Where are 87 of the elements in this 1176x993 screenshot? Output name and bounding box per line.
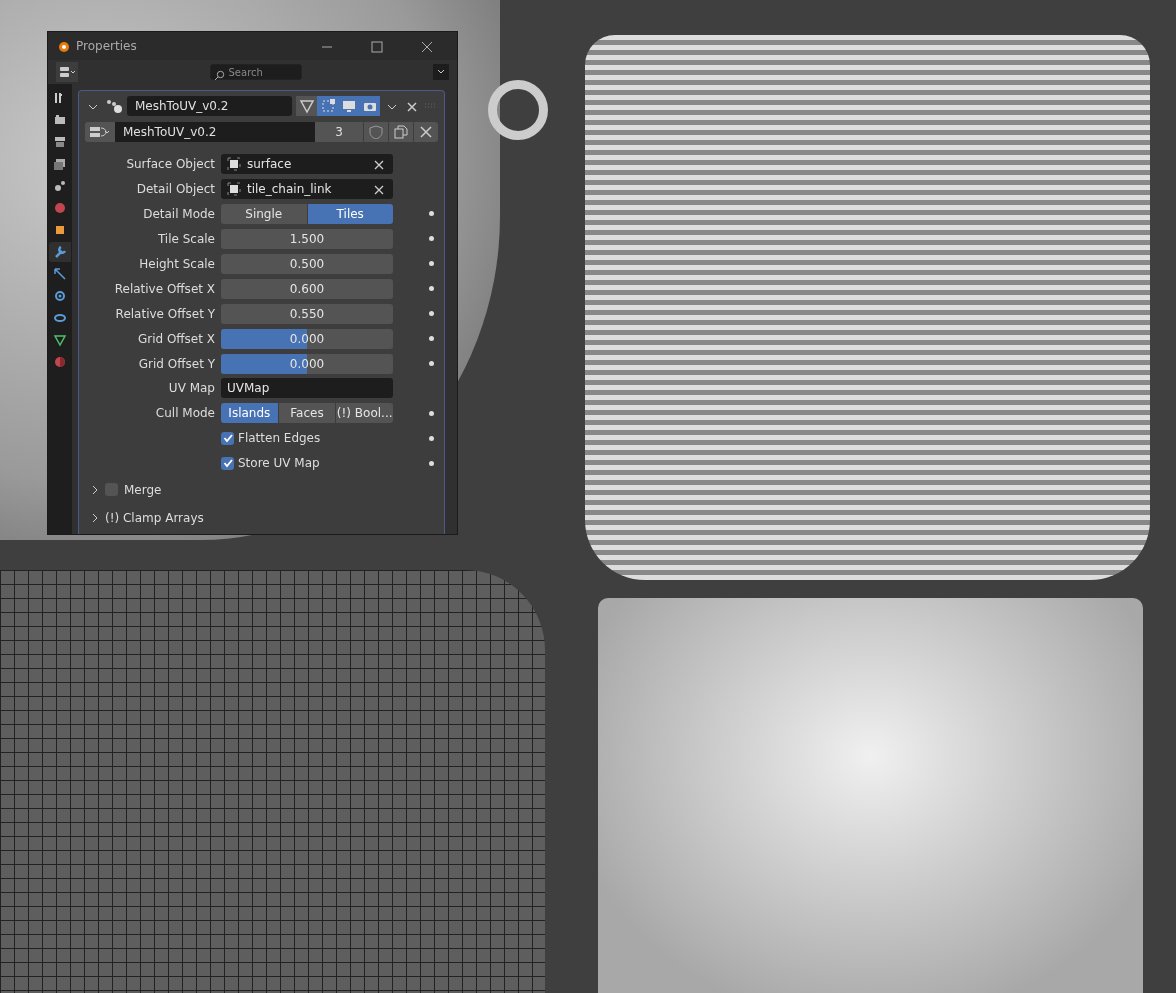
modifier-name-field[interactable]: MeshToUV_v0.2	[127, 95, 292, 116]
keyframe-dot[interactable]	[429, 211, 434, 217]
copy-icon	[394, 125, 408, 140]
property-label: Height Scale	[138, 255, 215, 273]
checkbox[interactable]	[221, 431, 234, 445]
number-field[interactable]: 1.500	[221, 228, 393, 249]
text-field[interactable]: UVMap	[221, 378, 393, 399]
shield-icon	[369, 125, 383, 140]
mode-option[interactable]: Islands	[221, 403, 279, 424]
subpanel-header[interactable]: (!) Clamp Arrays	[105, 508, 204, 527]
object-icon	[53, 223, 67, 237]
unlink-button[interactable]	[414, 122, 438, 143]
keyframe-dot[interactable]	[429, 236, 434, 242]
object-icon	[227, 156, 241, 171]
property-label: Cull Mode	[154, 405, 215, 423]
caret-icon	[437, 69, 445, 75]
keyframe-dot[interactable]	[429, 336, 434, 342]
caret-icon	[387, 102, 397, 111]
options-dropdown[interactable]	[433, 64, 449, 80]
property-label: Tile Scale	[156, 230, 215, 248]
close-icon	[407, 101, 417, 112]
number-field[interactable]: 0.500	[221, 253, 393, 274]
close-icon	[421, 40, 433, 53]
node-group-browse[interactable]	[85, 122, 115, 143]
object-field[interactable]: tile_chain_link	[221, 178, 393, 199]
mode-option[interactable]: Single	[221, 203, 308, 224]
render-toggle[interactable]	[359, 95, 380, 116]
triangle-icon	[298, 97, 315, 114]
property-label: Surface Object	[125, 155, 215, 173]
object-name: tile_chain_link	[247, 180, 333, 198]
keyframe-dot[interactable]	[429, 361, 434, 366]
mode-option[interactable]: Tiles	[307, 203, 393, 224]
editor-type-button[interactable]	[56, 62, 78, 82]
keyframe-dot[interactable]	[429, 286, 434, 292]
keyframe-dot[interactable]	[429, 261, 434, 267]
cage-toggle[interactable]	[317, 95, 338, 116]
node-tree-icon	[89, 125, 111, 140]
user-count: 3	[315, 122, 363, 143]
vertex-square-icon	[319, 97, 336, 114]
object-icon	[227, 181, 241, 196]
close-icon	[419, 125, 433, 140]
keyframe-dot[interactable]	[429, 435, 434, 441]
object-field[interactable]: surface	[221, 153, 393, 174]
expand-toggle[interactable]	[91, 512, 99, 523]
property-label: Grid Offset X	[136, 330, 215, 348]
expand-toggle[interactable]	[91, 484, 99, 495]
close-icon	[374, 184, 384, 195]
chevron-icon	[91, 512, 99, 523]
node-group-field[interactable]: MeshToUV_v0.2	[115, 122, 315, 143]
keyframe-dot[interactable]	[429, 460, 434, 466]
nodes-icon	[105, 97, 123, 114]
check-icon	[222, 458, 233, 469]
editor-type-icon	[59, 66, 75, 78]
duplicate-button[interactable]	[389, 122, 413, 143]
property-label: Detail Mode	[142, 205, 215, 223]
ring-render	[488, 80, 548, 140]
properties-tab[interactable]	[49, 242, 71, 262]
keyframe-dot[interactable]	[429, 311, 434, 317]
property-label: UV Map	[167, 380, 215, 398]
edit-toggle[interactable]	[296, 95, 317, 116]
slider-field[interactable]: 0.000	[221, 353, 393, 374]
property-label: Detail Object	[135, 180, 215, 198]
window-title: Properties	[76, 38, 137, 55]
chevron-icon	[91, 484, 99, 495]
slider-field[interactable]: 0.000	[221, 328, 393, 349]
subpanel-header[interactable]: Merge	[124, 480, 162, 499]
app-logo-icon	[56, 39, 70, 53]
search-field[interactable]: Search	[209, 64, 302, 80]
number-field[interactable]: 0.550	[221, 303, 393, 324]
mode-option[interactable]: (!) Bool...	[336, 403, 393, 424]
property-label: Relative Offset X	[113, 280, 215, 298]
search-icon	[213, 70, 225, 81]
mode-option[interactable]: Faces	[278, 403, 337, 424]
maximize-icon	[371, 40, 383, 53]
checkbox-label: Store UV Map	[238, 455, 320, 473]
check-icon	[222, 433, 233, 444]
close-icon	[374, 159, 384, 170]
property-label: Relative Offset Y	[114, 305, 215, 323]
object-name: surface	[247, 155, 293, 173]
checkbox[interactable]	[221, 456, 234, 470]
chevron-icon	[88, 102, 98, 111]
keyframe-dot[interactable]	[429, 410, 434, 416]
modifier-icon	[53, 245, 67, 259]
checkbox-label: Flatten Edges	[238, 430, 321, 448]
number-field[interactable]: 0.600	[221, 278, 393, 299]
fake-user-button[interactable]	[364, 122, 388, 143]
property-label: Grid Offset Y	[137, 355, 215, 373]
